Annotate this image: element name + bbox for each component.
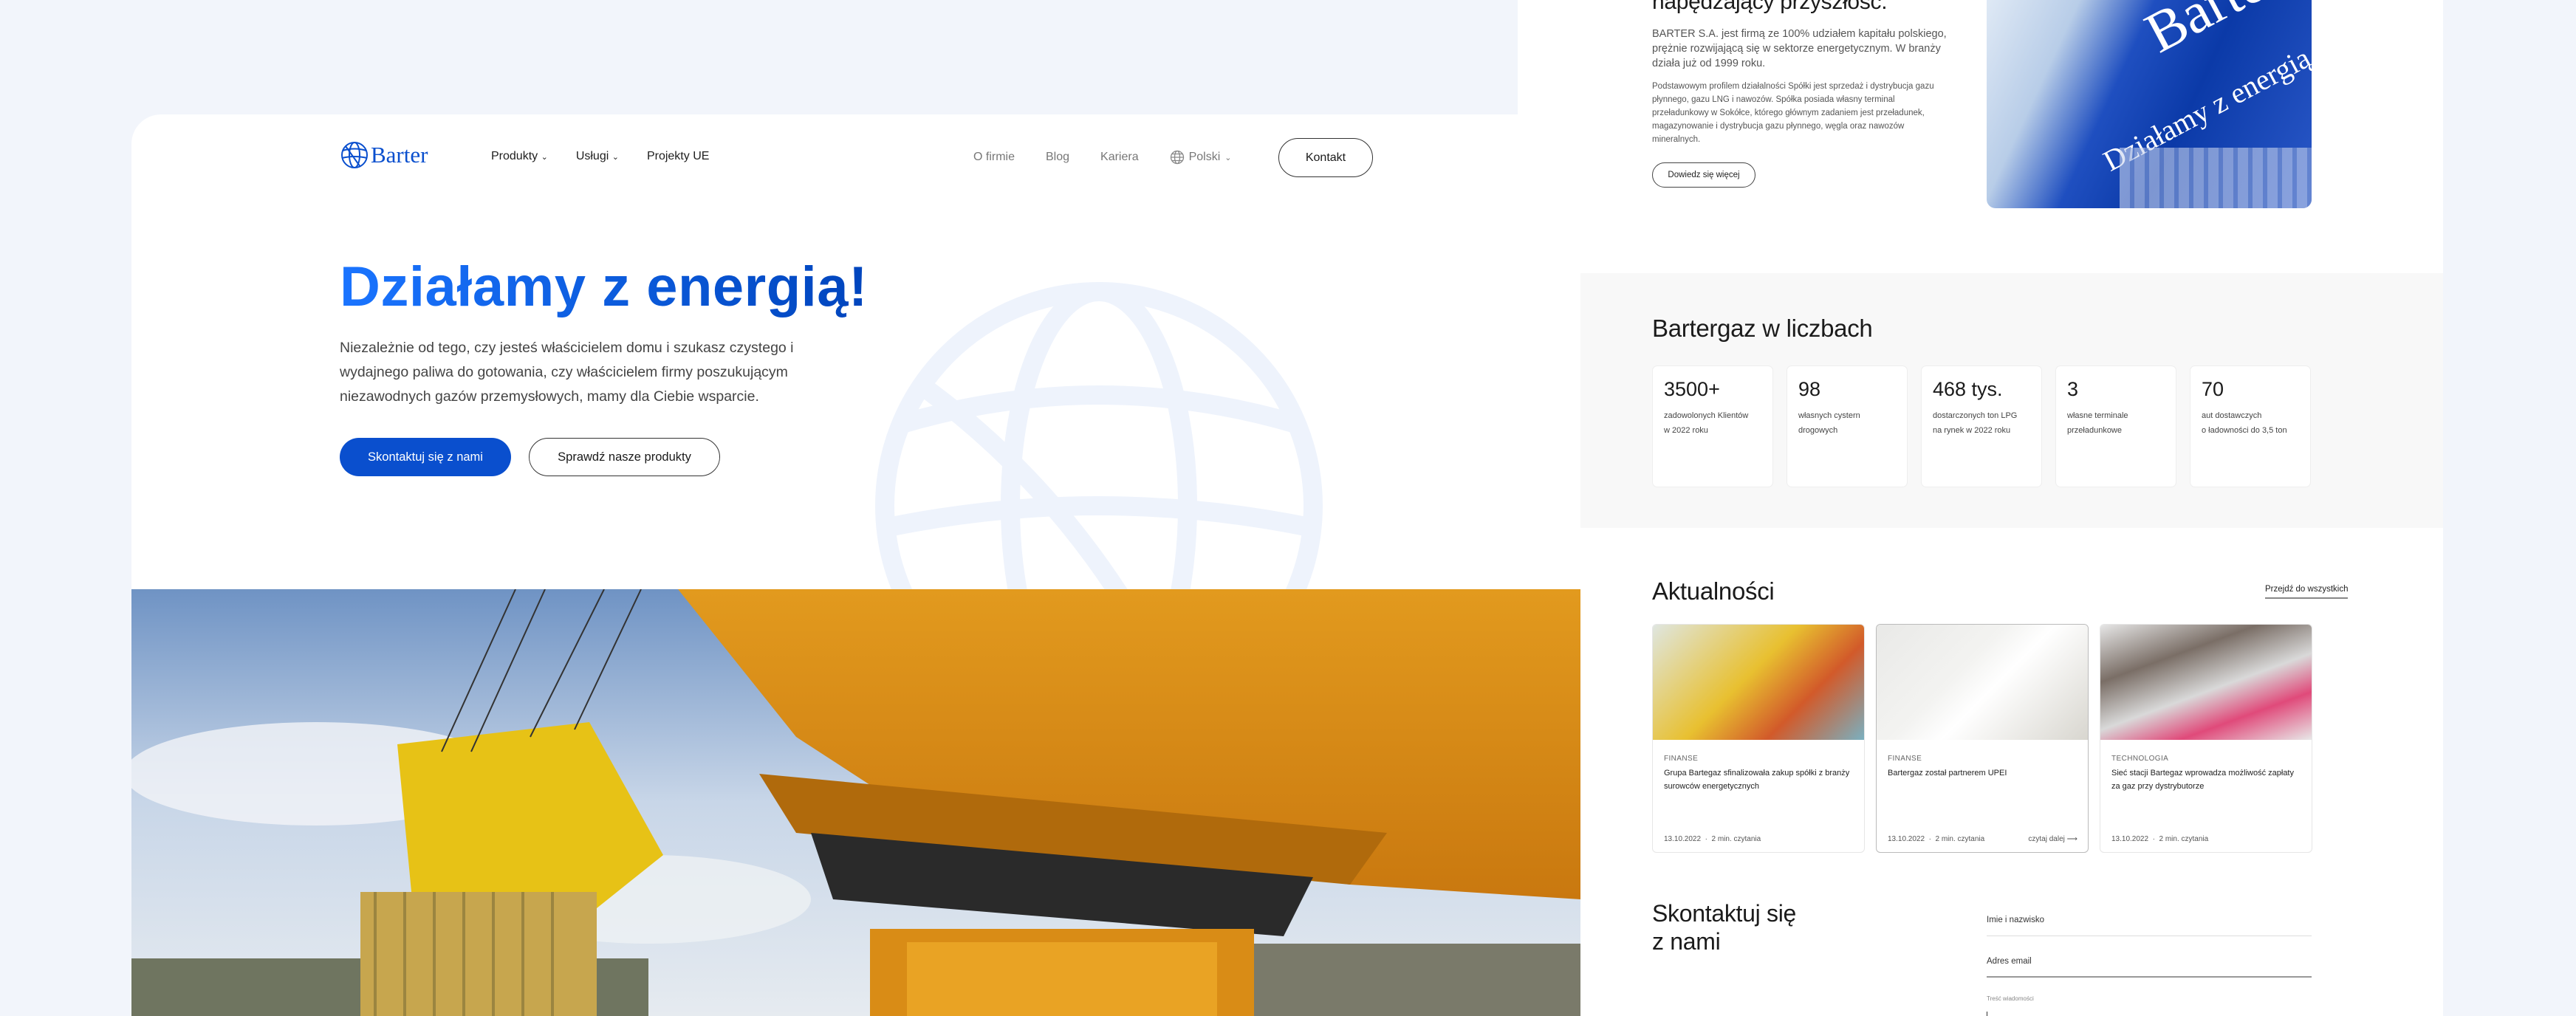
stat-card: 70 aut dostawczych o ładowności do 3,5 ton (2190, 365, 2311, 487)
news-card[interactable]: FINANSE Bartergaz został partnerem UPEI 13… (1876, 624, 2089, 853)
stat-line: o ładowności do 3,5 ton (2202, 426, 2287, 435)
logo[interactable]: Barter (340, 140, 428, 170)
email-label: Adres email (1987, 957, 2032, 966)
nav-uslugi[interactable]: Usługi ⌄ (576, 150, 619, 163)
about-paragraph-1: BARTER S.A. jest firmą ze 100% udziałem … (1652, 28, 1947, 69)
news-card[interactable]: FINANSE Grupa Bartegaz sfinalizowała zaku… (1652, 624, 1865, 853)
nav-produkty[interactable]: Produkty ⌄ (491, 150, 548, 163)
chevron-down-icon: ⌄ (1224, 153, 1232, 162)
news-heading: Aktualności (1652, 577, 1775, 605)
truck-image: Barter Działamy z energią (1987, 0, 2312, 208)
stat-value: 98 (1798, 378, 1821, 400)
contact-nav-button[interactable]: Kontakt (1278, 138, 1373, 177)
news-card[interactable]: TECHNOLOGIA Sieć stacji Bartegaz wprowadz… (2100, 624, 2312, 853)
contact-us-button[interactable]: Skontaktuj się z nami (340, 438, 511, 476)
name-label: Imie i nazwisko (1987, 916, 2044, 924)
news-category: TECHNOLOGIA (2111, 755, 2169, 763)
news-image (1653, 625, 1864, 740)
news-date: 13.10.2022 (1888, 835, 1925, 843)
stat-line: własnych cystern (1798, 411, 1860, 420)
news-category: FINANSE (1664, 755, 1699, 763)
stat-description: własnych cystern drogowych (1798, 408, 1896, 438)
stat-line: aut dostawczych (2202, 411, 2262, 420)
email-field[interactable]: Adres email (1987, 954, 2312, 978)
stat-description: własne terminale przeładunkowe (2067, 408, 2165, 438)
hero-crane-image (131, 589, 1580, 1016)
about-heading: napędzający przyszłość. (1652, 0, 1888, 14)
main-nav: Produkty ⌄ Usługi ⌄ Projekty UE (491, 150, 709, 163)
stat-description: aut dostawczych o ładowności do 3,5 ton (2202, 408, 2299, 438)
news-image (1877, 625, 2088, 740)
news-image (2100, 625, 2312, 740)
contact-heading-line-2: z nami (1652, 928, 1721, 955)
globe-logo-icon (341, 142, 368, 168)
news-category: FINANSE (1888, 755, 1922, 763)
news-read-time: 2 min. czytania (2159, 835, 2209, 843)
homepage-preview: Barter Produkty ⌄ Usługi ⌄ Projekty UE O… (131, 114, 1580, 1016)
secondary-nav: O firmie Blog Kariera Polski ⌄ (973, 150, 1232, 165)
check-products-button[interactable]: Sprawdź nasze produkty (529, 438, 720, 476)
news-title[interactable]: Grupa Bartegaz sfinalizowała zakup spółk… (1664, 766, 1856, 793)
stat-value: 70 (2202, 378, 2224, 400)
about-paragraph-2: Podstawowym profilem działalności Spółki… (1652, 82, 1934, 144)
news-read-time: 2 min. czytania (1935, 835, 1985, 843)
nav-kariera[interactable]: Kariera (1100, 151, 1139, 164)
stat-line: w 2022 roku (1664, 426, 1708, 435)
logo-text: Barter (371, 142, 428, 168)
stat-description: dostarczonych ton LPG na rynek w 2022 rok… (1933, 408, 2030, 438)
read-more-label: czytaj dalej (2028, 835, 2065, 843)
language-selector[interactable]: Polski ⌄ (1170, 150, 1232, 165)
language-label: Polski (1188, 151, 1221, 163)
stat-value: 468 tys. (1933, 378, 2003, 400)
news-read-time: 2 min. czytania (1711, 835, 1761, 843)
message-label: Treść wiadomości (1987, 995, 2034, 1002)
stat-description: zadowolonych Klientów w 2022 roku (1664, 408, 1761, 438)
news-meta: 13.10.2022 · 2 min. czytania (2111, 835, 2209, 843)
news-date: 13.10.2022 (1664, 835, 1702, 843)
hero-text: Niezależnie od tego, czy jesteś właścici… (340, 340, 794, 405)
stat-line: drogowych (1798, 426, 1838, 435)
news-date: 13.10.2022 (2111, 835, 2149, 843)
nav-uslugi-label: Usługi (575, 150, 609, 162)
right-page-preview: napędzający przyszłość. BARTER S.A. jest… (1518, 0, 2443, 1016)
news-meta: 13.10.2022 · 2 min. czytania (1664, 835, 1761, 843)
nav-o-firmie[interactable]: O firmie (973, 151, 1015, 164)
stat-value: 3 (2067, 378, 2079, 400)
cylinders-reflection (2120, 148, 2312, 208)
nav-blog[interactable]: Blog (1046, 151, 1069, 164)
stat-value: 3500+ (1664, 378, 1720, 400)
hero-title: Działamy z energią! (340, 255, 868, 318)
stat-card: 468 tys. dostarczonych ton LPG na rynek w … (1921, 365, 2042, 487)
stat-card: 3500+ zadowolonych Klientów w 2022 roku (1652, 365, 1773, 487)
read-more-link[interactable]: czytaj dalej ⟶ (2028, 835, 2077, 843)
stat-line: własne terminale (2067, 411, 2128, 420)
stat-card: 98 własnych cystern drogowych (1787, 365, 1908, 487)
message-field[interactable]: Treść wiadomości (1987, 991, 2312, 1016)
chevron-down-icon: ⌄ (541, 153, 548, 162)
contact-heading: Skontaktuj się z nami (1652, 899, 1796, 955)
learn-more-button[interactable]: Dowiedz się więcej (1652, 162, 1755, 188)
stat-line: zadowolonych Klientów (1664, 411, 1749, 420)
nav-produkty-label: Produkty (491, 150, 538, 162)
globe-icon (1170, 150, 1184, 165)
contact-heading-line-1: Skontaktuj się (1652, 900, 1797, 927)
news-title[interactable]: Bartergaz został partnerem UPEI (1888, 766, 2080, 780)
news-title[interactable]: Sieć stacji Bartegaz wprowadza możliwość… (2111, 766, 2303, 793)
stats-heading: Bartergaz w liczbach (1652, 315, 1873, 342)
nav-projekty-ue[interactable]: Projekty UE (647, 150, 709, 163)
all-news-link[interactable]: Przejdź do wszystkich (2265, 585, 2349, 599)
stat-line: dostarczonych ton LPG (1933, 411, 2018, 420)
stat-line: na rynek w 2022 roku (1933, 426, 2011, 435)
chevron-down-icon: ⌄ (612, 153, 619, 162)
arrow-right-icon: ⟶ (2066, 835, 2077, 843)
stat-card: 3 własne terminale przeładunkowe (2055, 365, 2176, 487)
globe-watermark (875, 282, 1323, 589)
stat-line: przeładunkowe (2067, 426, 2122, 435)
news-meta: 13.10.2022 · 2 min. czytania (1888, 835, 1985, 843)
name-field[interactable]: Imie i nazwisko (1987, 913, 2312, 936)
